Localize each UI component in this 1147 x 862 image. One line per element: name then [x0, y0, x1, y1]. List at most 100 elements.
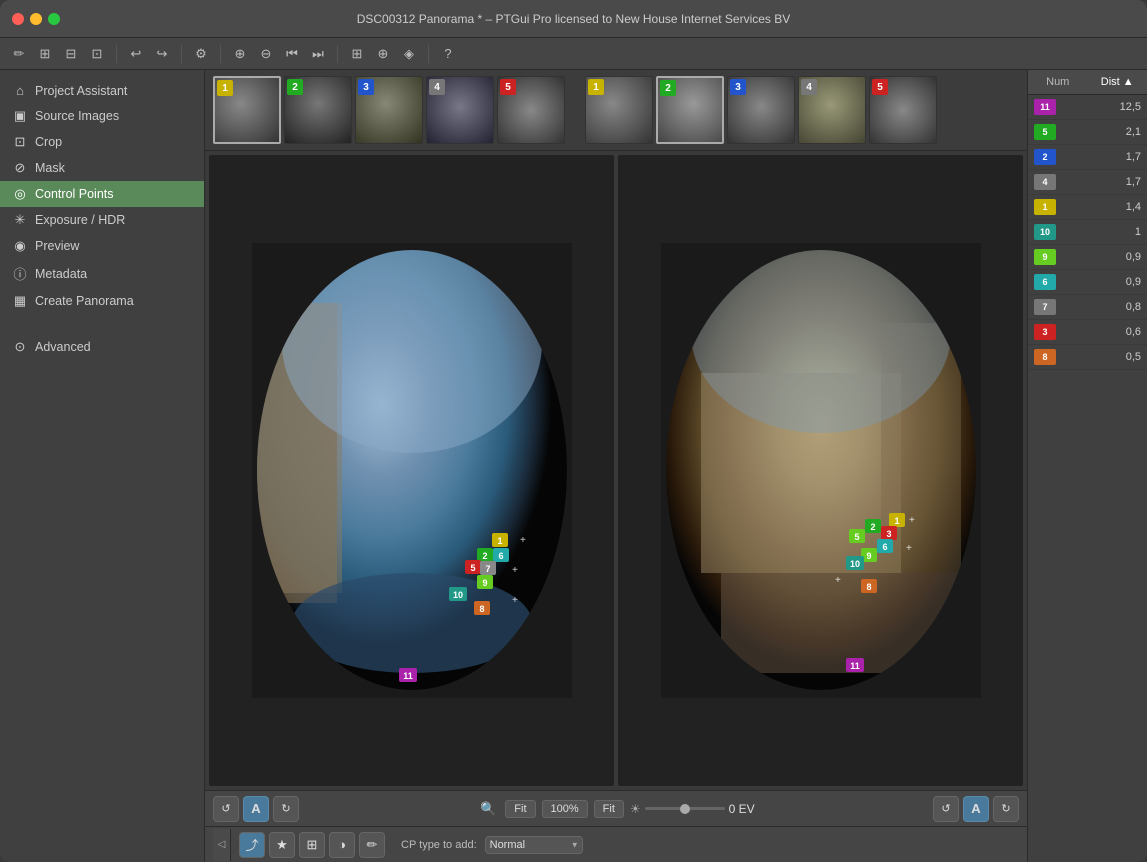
- svg-text:3: 3: [886, 529, 891, 539]
- dist-badge: 9: [1034, 249, 1056, 265]
- ev-value: 0 EV: [729, 802, 755, 816]
- rotate-cw-button[interactable]: ↻: [273, 796, 299, 822]
- sidebar-item-metadata[interactable]: ⓘ Metadata: [0, 259, 204, 288]
- cp-type-label: CP type to add:: [401, 839, 477, 851]
- titlebar: DSC00312 Panorama * – PTGui Pro licensed…: [0, 0, 1147, 38]
- filmstrip-row: 1 2 3 4 5: [205, 70, 1027, 151]
- fit-button-right[interactable]: Fit: [594, 800, 624, 818]
- undo-icon[interactable]: ↩: [125, 43, 147, 65]
- thumb-num-1: 1: [217, 80, 233, 96]
- sidebar-item-preview[interactable]: ◉ Preview: [0, 233, 204, 259]
- dist-row[interactable]: 4 1,7: [1028, 170, 1147, 195]
- fisheye-left: 1 2 6 5 7: [252, 243, 572, 698]
- edit-icon[interactable]: ✏: [8, 43, 30, 65]
- dist-row[interactable]: 10 1: [1028, 220, 1147, 245]
- thumb-right-3[interactable]: 3: [727, 76, 795, 144]
- cp-type-select[interactable]: Normal Horizontal Line Vertical Line: [485, 836, 583, 854]
- bottom-toolbar: ↺ A ↻ 🔍 Fit 100% Fit ☀ 0 EV: [205, 790, 1027, 826]
- dist-value: 0,8: [1062, 301, 1141, 313]
- sidebar-item-project-assistant[interactable]: ⌂ Project Assistant: [0, 78, 204, 103]
- thumb-left-2[interactable]: 2: [284, 76, 352, 144]
- svg-text:10: 10: [452, 590, 462, 600]
- star-tool-button[interactable]: ★: [269, 832, 295, 858]
- thumb-left-1[interactable]: 1: [213, 76, 281, 144]
- rotate-ccw-button[interactable]: ↺: [213, 796, 239, 822]
- col-num: Num: [1028, 74, 1088, 90]
- image-icon[interactable]: ⊞: [34, 43, 56, 65]
- sidebar-item-crop[interactable]: ⊡ Crop: [0, 129, 204, 155]
- dist-row[interactable]: 11 12,5: [1028, 95, 1147, 120]
- lasso-tool-button[interactable]: ⤴: [239, 832, 265, 858]
- rotate-cw-right-button[interactable]: ↻: [993, 796, 1019, 822]
- sidebar-item-mask[interactable]: ⊘ Mask: [0, 155, 204, 181]
- link-tool-button[interactable]: ⊞: [299, 832, 325, 858]
- cp-type-select-wrap[interactable]: Normal Horizontal Line Vertical Line: [485, 836, 583, 854]
- thumb-right-4[interactable]: 4: [798, 76, 866, 144]
- thumb-right-num-5: 5: [872, 79, 888, 95]
- auto-button[interactable]: A: [243, 796, 269, 822]
- image-panel-left: 1 2 6 5 7: [209, 155, 614, 786]
- col-dist[interactable]: Dist ▲: [1088, 74, 1147, 90]
- toolbar-sep-3: [220, 45, 221, 63]
- svg-text:1: 1: [894, 516, 899, 526]
- dist-badge: 6: [1034, 274, 1056, 290]
- layout-icon[interactable]: ⊞: [346, 43, 368, 65]
- svg-text:1: 1: [497, 536, 502, 546]
- help-icon[interactable]: ?: [437, 43, 459, 65]
- forward-icon[interactable]: ⏭: [307, 43, 329, 65]
- brightness-slider[interactable]: [645, 807, 725, 810]
- svg-text:9: 9: [482, 578, 487, 588]
- thumb-left-4[interactable]: 4: [426, 76, 494, 144]
- expand-button[interactable]: ◁: [213, 829, 231, 861]
- toolbar-sep-2: [181, 45, 182, 63]
- thumb-right-1[interactable]: 1: [585, 76, 653, 144]
- thumb-right-num-3: 3: [730, 79, 746, 95]
- zoom-in-icon[interactable]: ⊕: [229, 43, 251, 65]
- svg-text:5: 5: [854, 532, 859, 542]
- toolbar-center: 🔍 Fit 100% Fit ☀ 0 EV: [305, 798, 927, 820]
- dist-row[interactable]: 3 0,6: [1028, 320, 1147, 345]
- pin-icon[interactable]: ⊕: [372, 43, 394, 65]
- redo-icon[interactable]: ↪: [151, 43, 173, 65]
- main-content: ⌂ Project Assistant ▣ Source Images ⊡ Cr…: [0, 70, 1147, 862]
- dist-row[interactable]: 5 2,1: [1028, 120, 1147, 145]
- thumb-left-3[interactable]: 3: [355, 76, 423, 144]
- thumb-right-2[interactable]: 2: [656, 76, 724, 144]
- sidebar-item-exposure[interactable]: ✳ Exposure / HDR: [0, 207, 204, 233]
- thumb-right-5[interactable]: 5: [869, 76, 937, 144]
- dist-row[interactable]: 1 1,4: [1028, 195, 1147, 220]
- minimize-button[interactable]: [30, 13, 42, 25]
- dist-row[interactable]: 6 0,9: [1028, 270, 1147, 295]
- thumb-right-num-1: 1: [588, 79, 604, 95]
- dist-row[interactable]: 7 0,8: [1028, 295, 1147, 320]
- sidebar-item-advanced[interactable]: ⊙ Advanced: [0, 334, 204, 360]
- thumb-left-5[interactable]: 5: [497, 76, 565, 144]
- rotate-ccw-right-button[interactable]: ↺: [933, 796, 959, 822]
- thumb-right-num-4: 4: [801, 79, 817, 95]
- grid-icon[interactable]: ⊡: [86, 43, 108, 65]
- dist-row[interactable]: 9 0,9: [1028, 245, 1147, 270]
- fit-button-left[interactable]: Fit: [505, 800, 535, 818]
- auto-right-button[interactable]: A: [963, 796, 989, 822]
- close-button[interactable]: [12, 13, 24, 25]
- svg-text:+: +: [906, 543, 912, 554]
- zoom-out-icon[interactable]: ⊖: [255, 43, 277, 65]
- sidebar-item-control-points[interactable]: ◎ Control Points: [0, 181, 204, 207]
- settings-icon[interactable]: ⚙: [190, 43, 212, 65]
- svg-text:6: 6: [882, 542, 887, 552]
- sidebar-item-create-panorama[interactable]: ▦ Create Panorama: [0, 288, 204, 314]
- map-icon[interactable]: ◈: [398, 43, 420, 65]
- sidebar-item-source-images[interactable]: ▣ Source Images: [0, 103, 204, 129]
- sidebar-label: Exposure / HDR: [35, 213, 125, 227]
- svg-text:+: +: [512, 565, 518, 576]
- dist-row[interactable]: 2 1,7: [1028, 145, 1147, 170]
- stack-icon[interactable]: ⊟: [60, 43, 82, 65]
- svg-text:9: 9: [866, 551, 871, 561]
- contrast-tool-button[interactable]: ◑: [329, 832, 355, 858]
- zoom-icon[interactable]: 🔍: [477, 798, 499, 820]
- dist-row[interactable]: 8 0,5: [1028, 345, 1147, 370]
- brush-tool-button[interactable]: ✏: [359, 832, 385, 858]
- maximize-button[interactable]: [48, 13, 60, 25]
- thumb-right-num-2: 2: [660, 80, 676, 96]
- rewind-icon[interactable]: ⏮: [281, 43, 303, 65]
